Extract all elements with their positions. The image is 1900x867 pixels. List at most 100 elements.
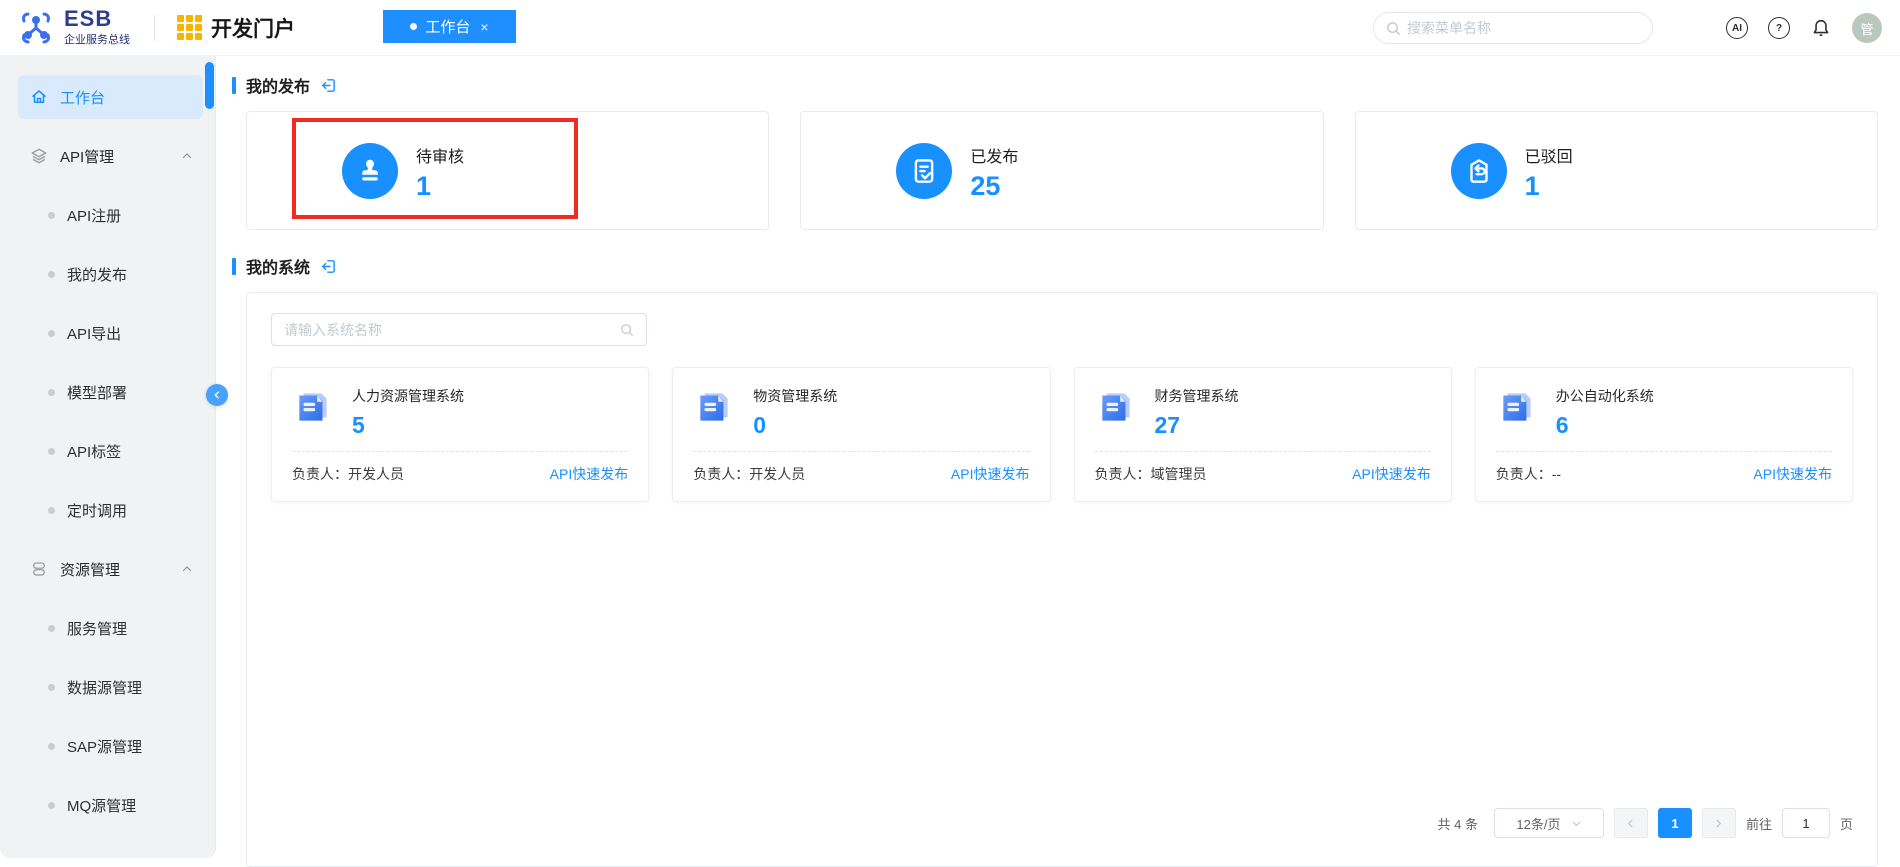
sidebar-nav: 工作台 API管理 API注册 我的发布 API导出 模型部署 API标签 定时… [0,56,216,858]
system-name: 财务管理系统 [1155,386,1239,406]
help-icon[interactable]: ? [1768,17,1790,39]
systems-section-title: 我的系统 [246,254,310,278]
sidebar-collapse-button[interactable] [206,384,228,406]
system-card-material[interactable]: 物资管理系统 0 负责人：开发人员 API快速发布 [672,367,1050,502]
system-owner: 负责人：开发人员 [693,464,805,484]
sidebar-item-label: 服务管理 [67,618,127,639]
bullet-icon [48,389,55,396]
section-accent-bar [232,77,236,94]
sidebar-item-mq-source-management[interactable]: MQ源管理 [18,783,203,827]
page-size-select[interactable]: 12条/页 [1494,808,1604,838]
sidebar-item-label: SAP源管理 [67,736,142,757]
notification-bell-icon[interactable] [1810,17,1832,39]
system-api-count: 0 [753,412,837,439]
sidebar-item-api-tags[interactable]: API标签 [18,429,203,473]
system-api-count: 27 [1155,412,1239,439]
bullet-icon [48,802,55,809]
stat-card-rejected[interactable]: 已驳回 1 [1355,111,1878,230]
stat-value: 25 [970,173,1018,199]
stat-label: 已发布 [970,143,1018,167]
bullet-icon [48,743,55,750]
chevron-up-icon [181,563,193,575]
stat-label: 待审核 [416,143,464,167]
layers-icon [30,147,48,165]
menu-search-input[interactable] [1407,20,1640,36]
pagination-total: 共 4 条 [1438,814,1478,833]
sidebar-item-label: 模型部署 [67,382,127,403]
jump-to-icon[interactable] [320,258,337,275]
section-accent-bar [232,258,236,275]
my-systems-panel: 人力资源管理系统 5 负责人：开发人员 API快速发布 [246,292,1878,867]
sidebar-item-label: API注册 [67,205,121,226]
ai-assistant-icon[interactable]: AI [1726,17,1748,39]
system-api-count: 5 [352,412,464,439]
logo-title: ESB [64,9,130,29]
sidebar-item-scheduled-call[interactable]: 定时调用 [18,488,203,532]
system-disk-icon [693,386,735,439]
main-content: 我的发布 待审核 1 [217,56,1900,858]
sidebar-item-service-management[interactable]: 服务管理 [18,606,203,650]
bullet-icon [48,271,55,278]
app-title: 开发门户 [211,13,295,43]
sidebar-item-label: 资源管理 [60,559,169,580]
system-disk-icon [1095,386,1137,439]
bullet-icon [48,330,55,337]
tab-workbench[interactable]: 工作台 × [383,10,516,43]
sidebar-item-api-register[interactable]: API注册 [18,193,203,237]
tab-close-icon[interactable]: × [480,19,488,35]
bullet-icon [48,507,55,514]
sidebar-item-label: API管理 [60,146,169,167]
system-api-count: 6 [1556,412,1654,439]
system-owner: 负责人：开发人员 [292,464,404,484]
chevron-down-icon [1571,818,1582,829]
sidebar-item-workbench[interactable]: 工作台 [18,75,203,119]
system-card-hr[interactable]: 人力资源管理系统 5 负责人：开发人员 API快速发布 [271,367,649,502]
esb-logo-icon [16,9,56,47]
next-page-button[interactable] [1702,808,1736,838]
home-icon [30,88,48,106]
jump-to-icon[interactable] [320,77,337,94]
brand-logo[interactable]: ESB 企业服务总线 [0,9,130,47]
system-name: 物资管理系统 [753,386,837,406]
sidebar-item-label: API标签 [67,441,121,462]
logo-subtitle: 企业服务总线 [64,31,130,47]
sidebar-group-resource-management[interactable]: 资源管理 [18,547,203,591]
sidebar-group-api-management[interactable]: API管理 [18,134,203,178]
system-card-oa[interactable]: 办公自动化系统 6 负责人：-- API快速发布 [1475,367,1853,502]
system-card-finance[interactable]: 财务管理系统 27 负责人：域管理员 API快速发布 [1074,367,1452,502]
sidebar-item-sap-source-management[interactable]: SAP源管理 [18,724,203,768]
bullet-icon [48,212,55,219]
system-search-box[interactable] [271,313,647,346]
stamp-icon [342,143,398,199]
sidebar-item-datasource-management[interactable]: 数据源管理 [18,665,203,709]
document-check-icon [896,143,952,199]
menu-search-box[interactable] [1373,12,1653,44]
api-quick-publish-link[interactable]: API快速发布 [951,464,1030,484]
page-number-button[interactable]: 1 [1658,808,1692,838]
database-icon [30,560,48,578]
portal-grid-icon [177,15,202,40]
goto-label: 前往 [1746,814,1772,833]
api-quick-publish-link[interactable]: API快速发布 [1753,464,1832,484]
system-name: 人力资源管理系统 [352,386,464,406]
sidebar-item-model-deploy[interactable]: 模型部署 [18,370,203,414]
stat-value: 1 [1525,173,1573,199]
search-icon[interactable] [620,323,634,337]
stat-card-published[interactable]: 已发布 25 [800,111,1323,230]
api-quick-publish-link[interactable]: API快速发布 [550,464,629,484]
sidebar-item-label: 我的发布 [67,264,127,285]
prev-page-button[interactable] [1614,808,1648,838]
document-return-icon [1451,143,1507,199]
api-quick-publish-link[interactable]: API快速发布 [1352,464,1431,484]
system-disk-icon [292,386,334,439]
content-scrollbar-thumb[interactable] [205,62,214,109]
sidebar-item-my-publish[interactable]: 我的发布 [18,252,203,296]
page-unit-label: 页 [1840,814,1853,833]
sidebar-item-api-export[interactable]: API导出 [18,311,203,355]
stat-card-pending-review[interactable]: 待审核 1 [246,111,769,230]
system-search-input[interactable] [284,322,612,338]
sidebar-item-label: 定时调用 [67,500,127,521]
search-icon [1386,21,1401,36]
goto-page-input[interactable] [1782,808,1830,838]
user-avatar[interactable]: 管 [1852,13,1882,43]
